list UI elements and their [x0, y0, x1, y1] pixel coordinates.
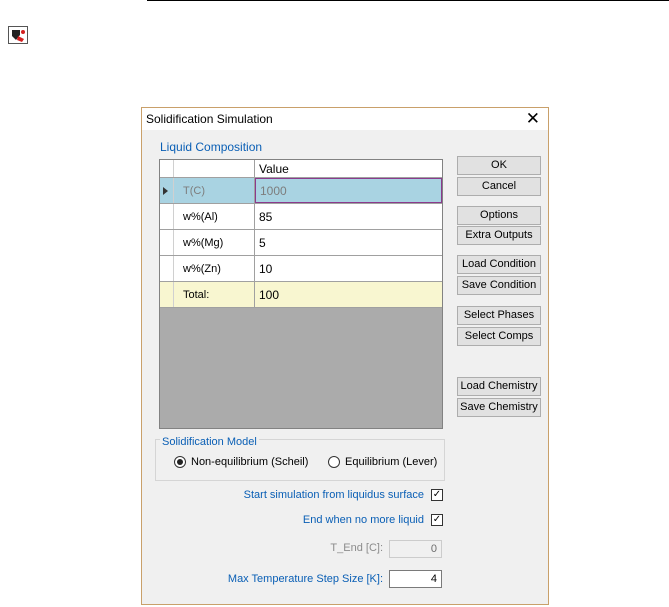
select-comps-button[interactable]: Select Comps [457, 327, 541, 346]
grid-header: Value [160, 160, 442, 178]
save-condition-button[interactable]: Save Condition [457, 276, 541, 295]
scheil-radio-label[interactable]: Non-equilibrium (Scheil) [191, 456, 308, 468]
radio-selected-dot [177, 459, 183, 465]
header-name [174, 160, 255, 177]
lever-radio[interactable] [328, 456, 340, 468]
checkmark-icon: ✓ [432, 514, 442, 525]
table-row[interactable]: T(C) 1000 [160, 178, 442, 204]
solidification-dialog: Solidification Simulation ✕ Liquid Compo… [141, 107, 549, 605]
cancel-button[interactable]: Cancel [457, 177, 541, 196]
save-chemistry-button[interactable]: Save Chemistry [457, 398, 541, 417]
row-value[interactable]: 5 [255, 230, 442, 255]
scheil-radio[interactable] [174, 456, 186, 468]
row-indicator [160, 256, 174, 281]
t-end-field: 0 [389, 540, 442, 558]
row-indicator [160, 230, 174, 255]
composition-grid: Value T(C) 1000 w%(Al) 85 w%(Mg) 5 w%(Zn… [159, 159, 443, 429]
load-condition-button[interactable]: Load Condition [457, 255, 541, 274]
solidification-model-title: Solidification Model [160, 436, 259, 448]
row-name: Total: [174, 282, 255, 307]
row-indicator [160, 178, 174, 203]
table-row[interactable]: w%(Mg) 5 [160, 230, 442, 256]
checkmark-icon: ✓ [432, 489, 442, 500]
app-icon [8, 26, 28, 44]
title-bar: Solidification Simulation ✕ [142, 108, 548, 130]
row-name: w%(Zn) [174, 256, 255, 281]
row-value[interactable]: 10 [255, 256, 442, 281]
start-liquidus-checkbox[interactable]: ✓ [431, 489, 443, 501]
row-indicator [160, 282, 174, 307]
max-step-field[interactable]: 4 [389, 570, 442, 588]
start-liquidus-label[interactable]: Start simulation from liquidus surface [244, 489, 424, 501]
lever-radio-label[interactable]: Equilibrium (Lever) [345, 456, 437, 468]
load-chemistry-button[interactable]: Load Chemistry [457, 377, 541, 396]
close-icon[interactable]: ✕ [526, 109, 540, 129]
window-title: Solidification Simulation [146, 112, 273, 126]
end-no-liquid-label[interactable]: End when no more liquid [303, 514, 424, 526]
row-name: w%(Al) [174, 204, 255, 229]
end-no-liquid-checkbox[interactable]: ✓ [431, 514, 443, 526]
table-row[interactable]: w%(Zn) 10 [160, 256, 442, 282]
row-value[interactable]: 1000 [255, 178, 442, 203]
options-button[interactable]: Options [457, 206, 541, 225]
ok-button[interactable]: OK [457, 156, 541, 175]
select-phases-button[interactable]: Select Phases [457, 306, 541, 325]
value-column-header[interactable]: Value [255, 160, 442, 177]
current-row-icon [163, 187, 168, 195]
top-divider [147, 0, 669, 1]
row-name: T(C) [174, 178, 255, 203]
row-value[interactable]: 85 [255, 204, 442, 229]
table-row[interactable]: w%(Al) 85 [160, 204, 442, 230]
total-row: Total: 100 [160, 282, 442, 308]
header-corner [160, 160, 174, 177]
t-end-label: T_End [C]: [330, 542, 383, 554]
row-value: 100 [255, 282, 442, 307]
row-indicator [160, 204, 174, 229]
extra-outputs-button[interactable]: Extra Outputs [457, 226, 541, 245]
max-step-label: Max Temperature Step Size [K]: [227, 573, 383, 585]
liquid-composition-title: Liquid Composition [160, 140, 263, 154]
row-name: w%(Mg) [174, 230, 255, 255]
